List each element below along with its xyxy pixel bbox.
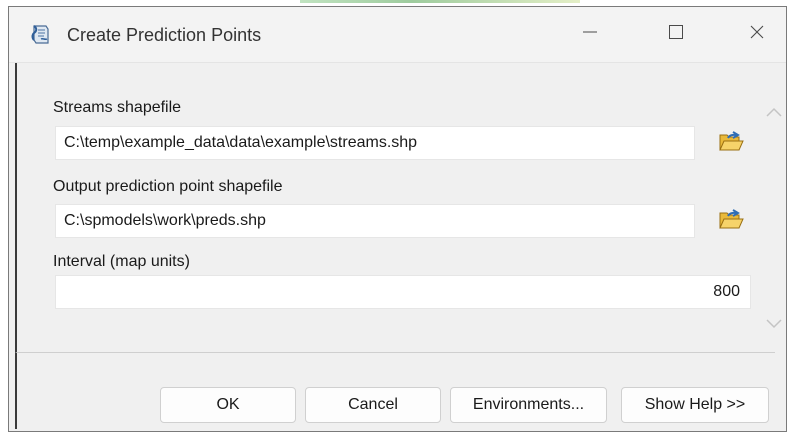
close-button[interactable] bbox=[722, 7, 792, 62]
minimize-button[interactable] bbox=[555, 7, 625, 62]
streams-input[interactable]: C:\temp\example_data\data\example\stream… bbox=[55, 126, 695, 160]
environments-button[interactable]: Environments... bbox=[450, 387, 607, 423]
output-label: Output prediction point shapefile bbox=[53, 178, 283, 195]
output-input[interactable]: C:\spmodels\work\preds.shp bbox=[55, 204, 695, 238]
background-fragment bbox=[300, 0, 580, 3]
interval-label: Interval (map units) bbox=[53, 253, 190, 270]
ok-button[interactable]: OK bbox=[160, 387, 296, 423]
open-folder-icon bbox=[718, 207, 744, 236]
parameters-panel: Streams shapefile C:\temp\example_data\d… bbox=[15, 63, 775, 353]
scroll-down-chevron-icon[interactable] bbox=[765, 317, 783, 331]
show-help-button[interactable]: Show Help >> bbox=[621, 387, 769, 423]
scroll-up-chevron-icon[interactable] bbox=[765, 105, 783, 119]
output-browse-button[interactable] bbox=[715, 205, 747, 237]
minimize-icon bbox=[582, 24, 598, 45]
create-prediction-points-dialog: Create Prediction Points Streams shapefi… bbox=[8, 6, 787, 432]
title-bar[interactable]: Create Prediction Points bbox=[9, 7, 786, 63]
interval-input[interactable]: 800 bbox=[55, 275, 751, 309]
streams-label: Streams shapefile bbox=[53, 99, 182, 116]
toolbox-script-icon bbox=[29, 23, 53, 47]
close-icon bbox=[749, 24, 765, 45]
maximize-button[interactable] bbox=[641, 7, 711, 62]
cancel-button[interactable]: Cancel bbox=[305, 387, 441, 423]
open-folder-icon bbox=[718, 129, 744, 158]
maximize-icon bbox=[668, 24, 684, 45]
streams-browse-button[interactable] bbox=[715, 127, 747, 159]
dialog-title: Create Prediction Points bbox=[67, 25, 262, 45]
